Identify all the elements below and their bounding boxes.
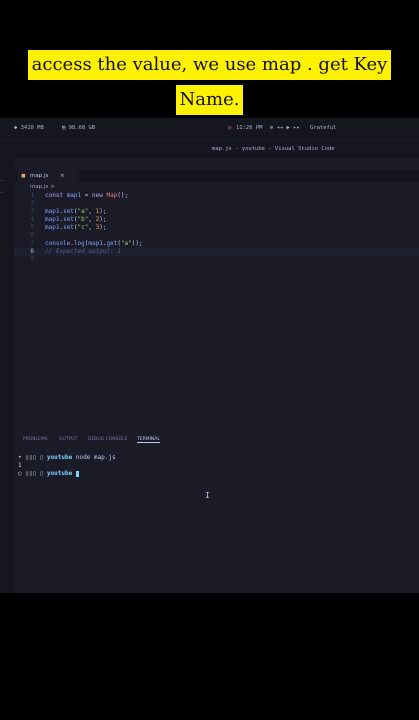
code-editor[interactable]: 1 const map1 = new Map(); 2 3 map1.set("a"… <box>14 192 419 432</box>
memory-stat: ◆ 3410 MB <box>14 125 44 131</box>
tab-debug-console[interactable]: DEBUG CONSOLE <box>88 437 127 442</box>
code-line[interactable]: 7 console.log(map1.get("a")); <box>14 240 419 248</box>
close-icon[interactable]: × <box>60 170 65 182</box>
terminal[interactable]: • ▯▯▯ ▯ youtube node map.js 1 ○ ▯▯▯ ▯ yo… <box>14 448 419 578</box>
clock-icon: ◷ <box>228 125 232 131</box>
activity-bar <box>0 158 14 593</box>
window-title: map.js - youtube - Visual Studio Code <box>212 146 335 152</box>
code-line[interactable]: 4 map1.set("b", 2); <box>14 216 419 224</box>
code-line[interactable]: 2 <box>14 200 419 208</box>
code-line-active[interactable]: 8// Expected output: 1 <box>14 248 419 256</box>
code-line[interactable]: 3 map1.set("a", 1); <box>14 208 419 216</box>
panel-tabs: PROBLEMS OUTPUT DEBUG CONSOLE TERMINAL <box>14 434 419 446</box>
sidebar-collapsed-markers: ⋯ ⋯ <box>0 178 5 196</box>
tab-terminal[interactable]: TERMINAL <box>137 437 160 443</box>
mouse-ibeam-cursor: I <box>205 491 210 500</box>
disk-stat: ▤ 98.68 GB <box>62 125 96 131</box>
caption-line-1: access the value, we use map . get Key <box>0 50 419 80</box>
code-line[interactable]: 5 map1.set("c", 3); <box>14 224 419 232</box>
tab-map-js[interactable]: ◼ map.js × <box>18 170 78 182</box>
code-line[interactable]: 9 <box>14 256 419 264</box>
terminal-prompt[interactable]: ○ ▯▯▯ ▯ youtube <box>18 470 79 477</box>
now-playing: Grateful <box>310 125 337 131</box>
tab-problems[interactable]: PROBLEMS <box>23 437 48 442</box>
vscode-window: ◆ 3410 MB ▤ 98.68 GB ◷ 11:26 PM ⊕ ◂◂ ▶ ▸… <box>0 118 419 593</box>
code-line[interactable]: 6 <box>14 232 419 240</box>
clock-time: 11:26 PM <box>236 125 263 131</box>
editor-tabbar: ◼ map.js × <box>14 170 419 182</box>
code-line[interactable]: 1 const map1 = new Map(); <box>14 192 419 200</box>
media-controls[interactable]: ⊕ ◂◂ ▶ ▸▸ <box>270 125 300 131</box>
js-file-icon: ◼ <box>21 173 26 179</box>
terminal-line: • ▯▯▯ ▯ youtube node map.js <box>18 454 116 461</box>
caption-line-2: Name. <box>0 85 419 115</box>
tab-output[interactable]: OUTPUT <box>59 437 77 442</box>
terminal-cursor <box>75 470 79 477</box>
terminal-output: 1 <box>18 462 22 469</box>
breadcrumb[interactable]: map.js > <box>30 184 55 190</box>
window-titlebar: map.js - youtube - Visual Studio Code <box>0 140 419 158</box>
macos-menubar: ◆ 3410 MB ▤ 98.68 GB ◷ 11:26 PM ⊕ ◂◂ ▶ ▸… <box>0 118 419 138</box>
